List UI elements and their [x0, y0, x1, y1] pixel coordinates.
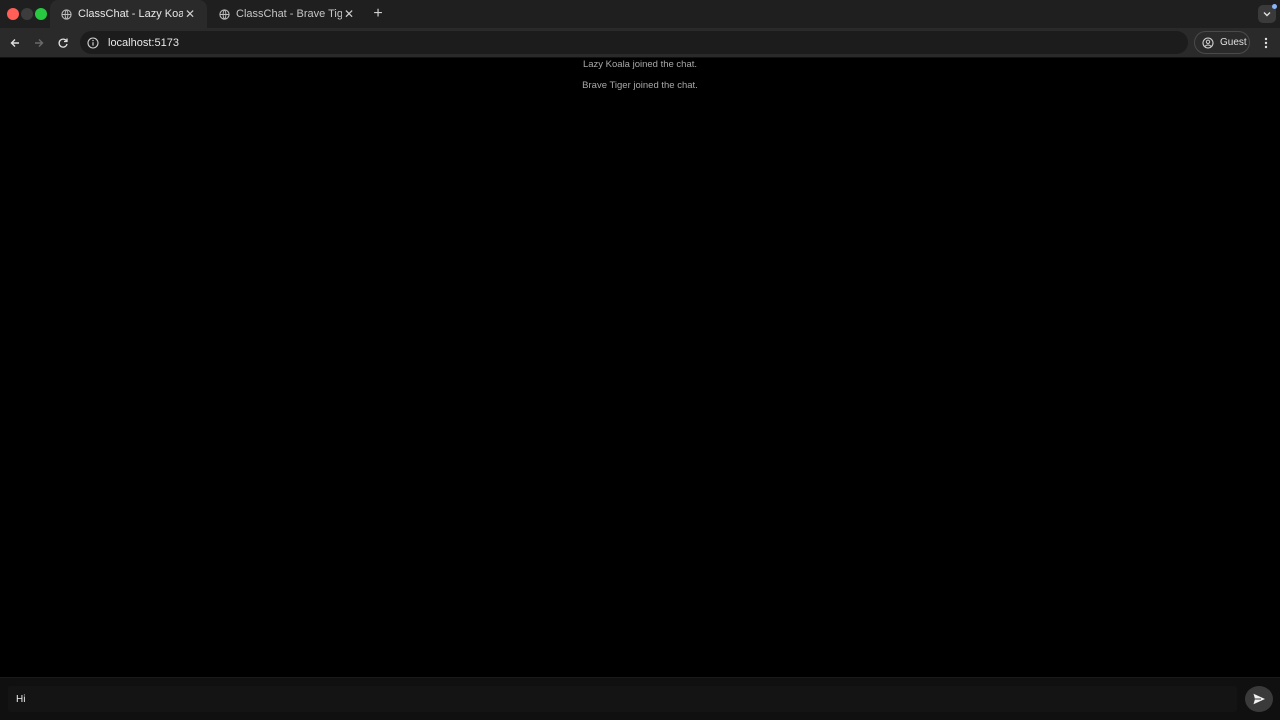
address-bar[interactable]: localhost:5173	[80, 31, 1188, 54]
arrow-right-icon[interactable]	[31, 35, 47, 51]
close-window-button[interactable]	[7, 8, 19, 20]
notification-dot	[1272, 4, 1277, 9]
profile-button[interactable]: Guest	[1194, 31, 1250, 54]
person-icon	[1201, 36, 1215, 50]
close-tab-icon[interactable]: ✕	[183, 7, 197, 21]
kebab-menu-icon[interactable]	[1259, 35, 1273, 51]
tab-title: ClassChat - Brave Tiger	[236, 8, 342, 20]
arrow-left-icon[interactable]	[7, 35, 23, 51]
globe-icon	[60, 8, 72, 20]
reload-icon[interactable]	[55, 35, 71, 51]
system-message: Brave Tiger joined the chat.	[582, 80, 698, 91]
system-message: Lazy Koala joined the chat.	[582, 59, 698, 70]
browser-window: ClassChat - Lazy Koala ✕ ClassChat - Bra…	[0, 0, 1280, 720]
tab-title: ClassChat - Lazy Koala	[78, 8, 183, 20]
chat-page: Lazy Koala joined the chat. Brave Tiger …	[0, 59, 1280, 720]
profile-label: Guest	[1220, 37, 1247, 48]
maximize-window-button[interactable]	[35, 8, 47, 20]
plus-icon[interactable]: +	[370, 6, 386, 22]
tab-lazy-koala[interactable]: ClassChat - Lazy Koala ✕	[50, 0, 207, 28]
tab-strip: ClassChat - Lazy Koala ✕ ClassChat - Bra…	[0, 0, 1280, 28]
message-input[interactable]	[8, 686, 1237, 712]
browser-toolbar: localhost:5173 Guest	[0, 28, 1280, 58]
globe-icon	[218, 8, 230, 20]
close-tab-icon[interactable]: ✕	[342, 7, 356, 21]
minimize-window-button[interactable]	[21, 8, 33, 20]
tab-brave-tiger[interactable]: ClassChat - Brave Tiger ✕	[208, 0, 366, 28]
address-url: localhost:5173	[108, 36, 179, 49]
send-icon[interactable]	[1245, 686, 1273, 712]
info-icon[interactable]	[86, 36, 100, 50]
message-composer	[0, 677, 1280, 720]
